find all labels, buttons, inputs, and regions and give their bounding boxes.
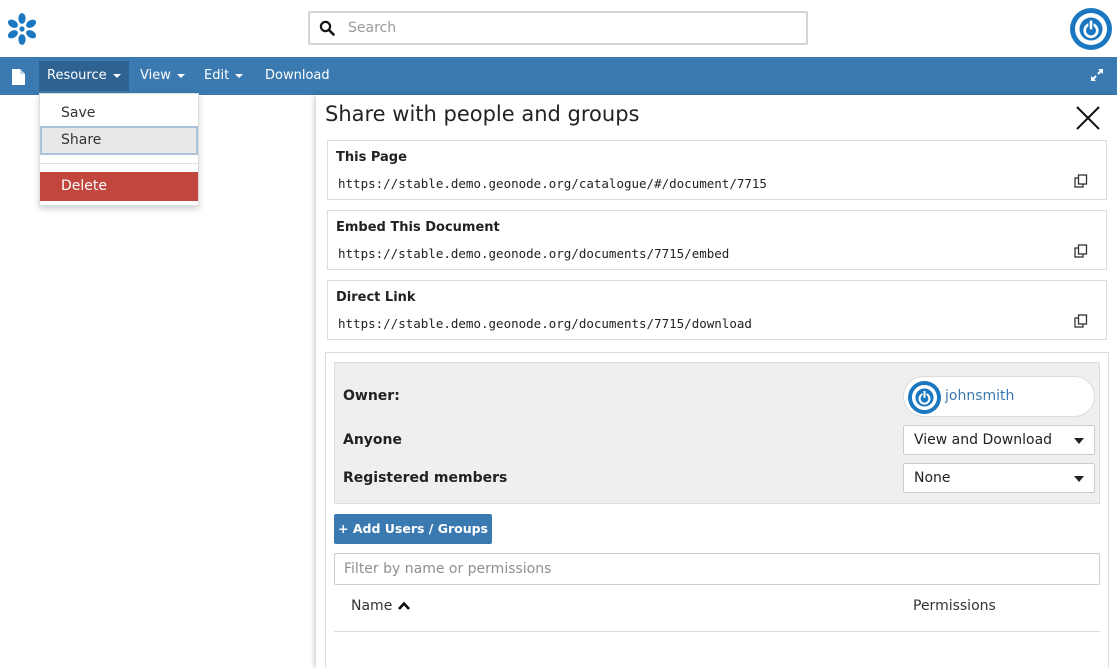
chevron-down-icon xyxy=(112,73,121,78)
permissions-summary: Owner: johnsmith Anyone View and Downloa… xyxy=(334,362,1100,504)
file-icon[interactable] xyxy=(11,69,25,85)
column-header-name[interactable]: Name xyxy=(351,598,411,614)
view-menu-label: View xyxy=(140,68,171,83)
app-header xyxy=(0,0,1117,57)
table-divider xyxy=(334,631,1100,632)
menu-item-save[interactable]: Save xyxy=(40,99,198,128)
select-value: None xyxy=(914,470,951,486)
resource-menu-button[interactable]: Resource xyxy=(39,61,129,91)
permissions-filter-input[interactable] xyxy=(334,553,1100,585)
panel-title: Share with people and groups xyxy=(325,102,640,126)
owner-chip: johnsmith xyxy=(903,376,1095,417)
resource-toolbar: Resource View Edit Download xyxy=(0,57,1117,95)
permissions-section: Owner: johnsmith Anyone View and Downloa… xyxy=(325,352,1109,668)
share-panel: Share with people and groups This Page h… xyxy=(316,95,1117,668)
link-card-embed: Embed This Document https://stable.demo.… xyxy=(327,210,1107,270)
copy-icon[interactable] xyxy=(1074,174,1088,188)
copy-icon[interactable] xyxy=(1074,314,1088,328)
edit-menu-button[interactable]: Edit xyxy=(196,61,251,91)
registered-members-label: Registered members xyxy=(343,470,508,486)
caret-down-icon xyxy=(1074,476,1084,482)
download-button[interactable]: Download xyxy=(257,61,338,91)
geonode-logo-icon[interactable] xyxy=(2,9,42,49)
owner-label: Owner: xyxy=(343,388,400,404)
sort-ascending-icon xyxy=(398,601,411,610)
copy-icon[interactable] xyxy=(1074,244,1088,258)
anyone-permission-select[interactable]: View and Download xyxy=(903,425,1095,455)
add-users-groups-button[interactable]: + Add Users / Groups xyxy=(334,514,492,544)
column-header-permissions[interactable]: Permissions xyxy=(913,598,996,614)
resource-menu-label: Resource xyxy=(47,68,107,83)
select-value: View and Download xyxy=(914,432,1053,448)
link-card-direct: Direct Link https://stable.demo.geonode.… xyxy=(327,280,1107,340)
expand-icon[interactable] xyxy=(1090,68,1104,82)
caret-down-icon xyxy=(1074,438,1084,444)
menu-item-share[interactable]: Share xyxy=(40,126,198,155)
view-menu-button[interactable]: View xyxy=(132,61,193,91)
owner-avatar-power-icon xyxy=(908,381,941,414)
menu-divider xyxy=(40,163,198,164)
column-header-name-label: Name xyxy=(351,598,393,614)
user-avatar-power-icon[interactable] xyxy=(1070,8,1112,50)
menu-item-delete[interactable]: Delete xyxy=(40,172,198,201)
link-card-this-page: This Page https://stable.demo.geonode.or… xyxy=(327,140,1107,200)
link-url[interactable]: https://stable.demo.geonode.org/catalogu… xyxy=(338,176,767,191)
resource-dropdown-menu: Save Share Delete xyxy=(39,93,199,206)
search-box[interactable] xyxy=(308,11,808,45)
edit-menu-label: Edit xyxy=(204,68,230,83)
download-label: Download xyxy=(265,68,330,83)
link-url[interactable]: https://stable.demo.geonode.org/document… xyxy=(338,246,729,261)
chevron-down-icon xyxy=(235,73,244,78)
link-label: Embed This Document xyxy=(336,220,500,235)
close-icon[interactable] xyxy=(1075,105,1101,131)
search-icon xyxy=(319,20,335,36)
link-label: This Page xyxy=(336,150,407,165)
anyone-label: Anyone xyxy=(343,432,403,448)
link-label: Direct Link xyxy=(336,290,416,305)
registered-members-select[interactable]: None xyxy=(903,463,1095,493)
chevron-down-icon xyxy=(176,73,185,78)
link-url[interactable]: https://stable.demo.geonode.org/document… xyxy=(338,316,752,331)
owner-name: johnsmith xyxy=(945,388,1015,404)
search-input[interactable] xyxy=(348,17,788,39)
